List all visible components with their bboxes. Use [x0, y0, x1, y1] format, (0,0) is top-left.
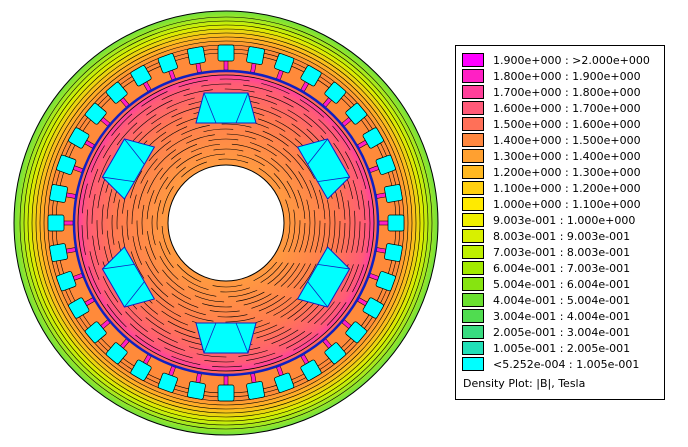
legend-label: 1.500e+000 : 1.600e+000 [493, 117, 641, 131]
legend-label: <5.252e-004 : 1.005e-001 [493, 357, 640, 371]
legend-row: 1.000e+000 : 1.100e+000 [462, 196, 641, 212]
legend-row: 5.004e-001 : 6.004e-001 [462, 276, 630, 292]
legend-row: 6.004e-001 : 7.003e-001 [462, 260, 630, 276]
legend-swatch [462, 85, 484, 99]
legend-swatch [462, 101, 484, 115]
shaft-bore [167, 164, 285, 282]
legend-label: 7.003e-001 : 8.003e-001 [493, 245, 631, 259]
legend-swatch [462, 149, 484, 163]
density-plot-canvas[interactable] [0, 0, 450, 447]
legend-label: 1.200e+000 : 1.300e+000 [493, 165, 641, 179]
legend-row: 1.500e+000 : 1.600e+000 [462, 116, 641, 132]
legend-label: 8.003e-001 : 9.003e-001 [493, 229, 631, 243]
legend-swatch [462, 181, 484, 195]
legend-swatch [462, 245, 484, 259]
legend-row: 1.100e+000 : 1.200e+000 [462, 180, 641, 196]
legend-row: 8.003e-001 : 9.003e-001 [462, 228, 630, 244]
legend-row: 3.004e-001 : 4.004e-001 [462, 308, 630, 324]
legend-label: 1.900e+000 : >2.000e+000 [493, 53, 650, 67]
legend-label: 1.400e+000 : 1.500e+000 [493, 133, 641, 147]
legend-row: 9.003e-001 : 1.000e+000 [462, 212, 635, 228]
legend-row: 1.900e+000 : >2.000e+000 [462, 52, 650, 68]
legend-panel: 1.900e+000 : >2.000e+000 1.800e+000 : 1.9… [455, 45, 665, 400]
legend-swatch [462, 69, 484, 83]
legend-row: 1.200e+000 : 1.300e+000 [462, 164, 641, 180]
legend-swatch [462, 261, 484, 275]
legend-row: 1.005e-001 : 2.005e-001 [462, 340, 630, 356]
legend-swatch [462, 53, 484, 67]
legend-label: 1.300e+000 : 1.400e+000 [493, 149, 641, 163]
legend-row: <5.252e-004 : 1.005e-001 [462, 356, 639, 372]
legend-label: 5.004e-001 : 6.004e-001 [493, 277, 631, 291]
legend-swatch [462, 341, 484, 355]
legend-swatch [462, 357, 484, 371]
legend-swatch [462, 165, 484, 179]
legend-row: 1.300e+000 : 1.400e+000 [462, 148, 641, 164]
legend-row: 4.004e-001 : 5.004e-001 [462, 292, 630, 308]
legend-label: 1.005e-001 : 2.005e-001 [493, 341, 631, 355]
legend-label: 1.100e+000 : 1.200e+000 [493, 181, 641, 195]
legend-row: 7.003e-001 : 8.003e-001 [462, 244, 630, 260]
legend-label: 2.005e-001 : 3.004e-001 [493, 325, 631, 339]
legend-swatch [462, 309, 484, 323]
legend-label: 6.004e-001 : 7.003e-001 [493, 261, 631, 275]
legend-row: 2.005e-001 : 3.004e-001 [462, 324, 630, 340]
legend-label: 1.700e+000 : 1.800e+000 [493, 85, 641, 99]
legend-label: 3.004e-001 : 4.004e-001 [493, 309, 631, 323]
legend-swatch [462, 277, 484, 291]
legend-row: 1.600e+000 : 1.700e+000 [462, 100, 641, 116]
legend-swatch [462, 325, 484, 339]
legend-row: 1.700e+000 : 1.800e+000 [462, 84, 641, 100]
legend-label: 1.000e+000 : 1.100e+000 [493, 197, 641, 211]
legend-swatch [462, 133, 484, 147]
legend-row: 1.400e+000 : 1.500e+000 [462, 132, 641, 148]
legend-swatch [462, 293, 484, 307]
legend-swatch [462, 229, 484, 243]
legend-label: 9.003e-001 : 1.000e+000 [493, 213, 636, 227]
legend-label: 4.004e-001 : 5.004e-001 [493, 293, 631, 307]
legend-swatch [462, 117, 484, 131]
legend-label: 1.800e+000 : 1.900e+000 [493, 69, 641, 83]
legend-swatch [462, 197, 484, 211]
legend-title: Density Plot: |B|, Tesla [463, 377, 586, 390]
legend-row: 1.800e+000 : 1.900e+000 [462, 68, 641, 84]
legend-swatch [462, 213, 484, 227]
legend-label: 1.600e+000 : 1.700e+000 [493, 101, 641, 115]
